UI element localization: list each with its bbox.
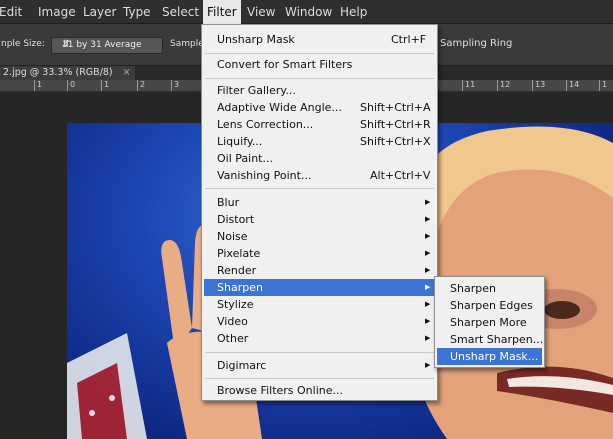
submenu-arrow-icon: ▶: [425, 215, 431, 223]
menu-item-stylize[interactable]: Stylize ▶: [204, 296, 435, 313]
menu-item-convert-smart-filters[interactable]: Convert for Smart Filters: [204, 56, 435, 73]
menu-item-render[interactable]: Render ▶: [204, 262, 435, 279]
ruler-label: 14: [569, 80, 580, 89]
menu-item-video[interactable]: Video ▶: [204, 313, 435, 330]
menu-separator: [205, 188, 434, 189]
submenu-item-smart-sharpen[interactable]: Smart Sharpen...: [437, 331, 543, 348]
sharpen-submenu: Sharpen Sharpen Edges Sharpen More Smart…: [434, 276, 545, 368]
menu-item-other[interactable]: Other ▶: [204, 330, 435, 347]
submenu-item-sharpen-edges[interactable]: Sharpen Edges: [437, 297, 542, 314]
submenu-arrow-icon: ▶: [425, 198, 431, 206]
filter-menu: Unsharp Mask Ctrl+F Convert for Smart Fi…: [201, 24, 438, 401]
ruler-label: 11: [465, 80, 476, 89]
menu-item-vanishing-point[interactable]: Vanishing Point... Alt+Ctrl+V: [204, 167, 435, 184]
sample-label: Sample: [170, 39, 204, 49]
submenu-arrow-icon: ▶: [425, 361, 431, 369]
ruler-label: 12: [500, 80, 511, 89]
menu-bar: Edit Image Layer Type Select Filter View…: [0, 0, 613, 24]
menu-filter[interactable]: Filter: [203, 0, 241, 24]
submenu-arrow-icon: ▶: [425, 232, 431, 240]
menu-help[interactable]: Help: [340, 0, 367, 24]
menu-select[interactable]: Select: [162, 0, 199, 24]
sampling-ring-label[interactable]: Sampling Ring: [440, 38, 512, 49]
submenu-arrow-icon: ▶: [425, 300, 431, 308]
menu-item-liquify[interactable]: Liquify... Shift+Ctrl+X: [204, 133, 435, 150]
menu-item-unsharp-mask-last[interactable]: Unsharp Mask Ctrl+F: [204, 31, 435, 48]
menu-item-adaptive-wide-angle[interactable]: Adaptive Wide Angle... Shift+Ctrl+A: [204, 99, 435, 116]
close-icon[interactable]: ×: [123, 67, 131, 78]
document-tab[interactable]: 2.jpg @ 33.3% (RGB/8) ×: [0, 66, 135, 80]
submenu-item-sharpen-more[interactable]: Sharpen More: [437, 314, 542, 331]
submenu-item-unsharp-mask[interactable]: Unsharp Mask...: [437, 348, 542, 365]
submenu-arrow-icon: ▶: [425, 266, 431, 274]
menu-image[interactable]: Image: [38, 0, 76, 24]
menu-edit[interactable]: Edit: [0, 0, 22, 24]
sample-size-select[interactable]: 31 by 31 Average ⇵: [51, 37, 163, 54]
menu-view[interactable]: View: [247, 0, 275, 24]
document-tab-label: 2.jpg @ 33.3% (RGB/8): [3, 67, 113, 78]
menu-item-browse-filters-online[interactable]: Browse Filters Online...: [204, 382, 435, 399]
menu-item-digimarc[interactable]: Digimarc ▶: [204, 357, 435, 374]
submenu-arrow-icon: ▶: [425, 317, 431, 325]
menu-separator: [205, 53, 434, 54]
menu-item-pixelate[interactable]: Pixelate ▶: [204, 245, 435, 262]
submenu-item-sharpen[interactable]: Sharpen: [437, 280, 542, 297]
ruler-label: 1: [104, 80, 110, 89]
menu-item-noise[interactable]: Noise ▶: [204, 228, 435, 245]
ruler-label: 0: [70, 80, 76, 89]
ruler-label: 1: [602, 80, 608, 89]
ruler-label: 3: [174, 80, 180, 89]
ruler-label: 1: [37, 80, 43, 89]
menu-separator: [205, 378, 434, 379]
ruler-label: 13: [535, 80, 546, 89]
menu-item-blur[interactable]: Blur ▶: [204, 194, 435, 211]
sample-size-label: nple Size:: [1, 39, 45, 49]
menu-item-lens-correction[interactable]: Lens Correction... Shift+Ctrl+R: [204, 116, 435, 133]
menu-type[interactable]: Type: [123, 0, 151, 24]
menu-separator: [205, 78, 434, 79]
ruler-label: 2: [140, 80, 146, 89]
menu-window[interactable]: Window: [285, 0, 332, 24]
submenu-arrow-icon: ▶: [425, 283, 431, 291]
chevron-updown-icon: ⇵: [62, 39, 71, 50]
submenu-arrow-icon: ▶: [425, 334, 431, 342]
menu-layer[interactable]: Layer: [83, 0, 116, 24]
menu-item-oil-paint[interactable]: Oil Paint...: [204, 150, 435, 167]
submenu-arrow-icon: ▶: [425, 249, 431, 257]
menu-item-distort[interactable]: Distort ▶: [204, 211, 435, 228]
menu-item-sharpen[interactable]: Sharpen ▶: [204, 279, 435, 296]
menu-item-filter-gallery[interactable]: Filter Gallery...: [204, 82, 435, 99]
flag-detail: [67, 333, 147, 439]
menu-separator: [205, 352, 434, 353]
